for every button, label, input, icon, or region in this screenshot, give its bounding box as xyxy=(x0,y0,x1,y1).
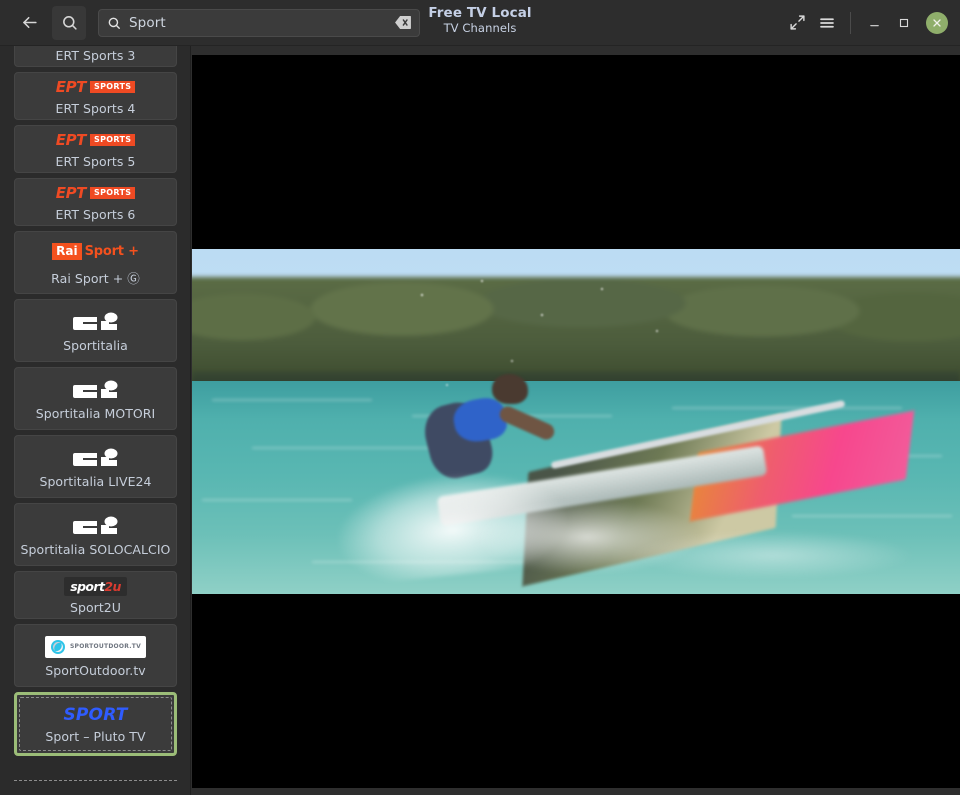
list-item[interactable]: EPT SPORTS ERT Sports 3 xyxy=(14,46,177,67)
channel-list-scroller: EPT SPORTS ERT Sports 3 EPT SPORTS ERT S… xyxy=(0,46,191,756)
list-item[interactable]: Sportitalia xyxy=(14,299,177,362)
list-item-label: ERT Sports 3 xyxy=(56,48,136,63)
fullscreen-button[interactable] xyxy=(783,9,811,37)
video-player[interactable] xyxy=(192,55,960,788)
arrow-left-icon xyxy=(20,13,39,32)
maximize-icon xyxy=(897,16,911,30)
sea-streak xyxy=(792,515,952,517)
search-toggle-button[interactable] xyxy=(52,6,86,40)
back-button[interactable] xyxy=(12,6,46,40)
search-input-value: Sport xyxy=(129,15,395,31)
ert-logo-text: EPT xyxy=(56,131,86,149)
water-spray xyxy=(632,531,912,579)
ert-logo-badge: SPORTS xyxy=(90,81,135,93)
sport2u-logo-text2: 2u xyxy=(104,579,120,594)
search-icon xyxy=(61,14,78,31)
sportitalia-logo xyxy=(73,447,119,469)
hamburger-menu-icon xyxy=(818,14,836,32)
ert-logo-text: EPT xyxy=(56,184,86,202)
list-focus-dash xyxy=(14,780,177,781)
minimize-button[interactable] xyxy=(860,9,888,37)
sea-streak xyxy=(202,499,352,501)
rai-logo-box: Rai xyxy=(52,243,81,260)
list-item-label: ERT Sports 5 xyxy=(56,154,136,169)
ert-logo-badge: SPORTS xyxy=(90,187,135,199)
controls-divider xyxy=(850,12,851,34)
list-item-label: ERT Sports 4 xyxy=(56,101,136,116)
sport2u-logo: sport2u xyxy=(64,577,127,596)
list-item[interactable]: Sportitalia MOTORI xyxy=(14,367,177,430)
channel-list[interactable]: EPT SPORTS ERT Sports 3 EPT SPORTS ERT S… xyxy=(0,46,191,795)
list-item[interactable]: Sportitalia SOLOCALCIO xyxy=(14,503,177,566)
pluto-sport-logo: SPORT xyxy=(63,705,127,725)
sea-streak xyxy=(212,399,372,401)
list-item-label: ERT Sports 6 xyxy=(56,207,136,222)
sea-streak xyxy=(672,407,902,409)
list-item-label: Sport2U xyxy=(70,600,121,615)
list-item-label: Sportitalia LIVE24 xyxy=(39,474,151,489)
window-controls xyxy=(783,9,960,37)
water-droplets xyxy=(392,275,722,405)
menu-button[interactable] xyxy=(813,9,841,37)
list-item-selected[interactable]: SPORT Sport – Pluto TV xyxy=(14,692,177,756)
sea-streak xyxy=(252,447,432,449)
list-item-label: Sportitalia SOLOCALCIO xyxy=(21,542,171,557)
search-input[interactable]: Sport xyxy=(98,9,420,37)
list-item-label: Rai Sport + Ⓖ xyxy=(51,268,140,287)
sportitalia-logo xyxy=(73,379,119,401)
list-item[interactable]: EPT SPORTS ERT Sports 4 xyxy=(14,72,177,120)
title-bar: Sport Free TV Local TV Channels xyxy=(0,0,960,46)
maximize-button[interactable] xyxy=(890,9,918,37)
close-button[interactable] xyxy=(926,12,948,34)
sportoutdoor-swirl-icon xyxy=(50,639,66,655)
video-frame xyxy=(192,249,960,594)
list-item-label: Sportitalia xyxy=(63,338,128,353)
close-icon xyxy=(931,17,943,29)
ert-logo-badge: SPORTS xyxy=(90,134,135,146)
sportoutdoor-logo-text: SPORTOUTDOOR.TV xyxy=(70,643,141,650)
list-item[interactable]: Rai Sport + Rai Sport + Ⓖ xyxy=(14,231,177,294)
list-item[interactable]: EPT SPORTS ERT Sports 6 xyxy=(14,178,177,226)
sport2u-logo-text: sport xyxy=(70,579,104,594)
search-icon xyxy=(107,16,121,30)
sportoutdoor-logo: SPORTOUTDOOR.TV xyxy=(45,636,146,658)
list-item[interactable]: EPT SPORTS ERT Sports 5 xyxy=(14,125,177,173)
list-item[interactable]: sport2u Sport2U xyxy=(14,571,177,619)
clear-search-icon[interactable] xyxy=(395,16,411,29)
rai-sport-logo: Rai Sport + xyxy=(52,239,139,265)
list-item-label: Sportitalia MOTORI xyxy=(36,406,156,421)
list-item-label: Sport – Pluto TV xyxy=(45,729,145,744)
list-item-label: SportOutdoor.tv xyxy=(45,663,145,678)
sportitalia-logo xyxy=(73,515,119,537)
list-item[interactable]: Sportitalia LIVE24 xyxy=(14,435,177,498)
list-item[interactable]: SPORTOUTDOOR.TV SportOutdoor.tv xyxy=(14,624,177,687)
sportitalia-logo xyxy=(73,311,119,333)
rai-logo-text: Sport + xyxy=(85,244,139,259)
app-window: Sport Free TV Local TV Channels xyxy=(0,0,960,795)
ert-sports-logo: EPT SPORTS xyxy=(56,77,136,98)
sidebar-divider xyxy=(190,46,191,795)
fullscreen-expand-icon xyxy=(789,14,806,31)
ert-logo-text: EPT xyxy=(56,78,86,96)
minimize-icon xyxy=(867,15,882,30)
ert-sports-logo: EPT SPORTS xyxy=(56,183,136,204)
ert-sports-logo: EPT SPORTS xyxy=(56,130,136,151)
